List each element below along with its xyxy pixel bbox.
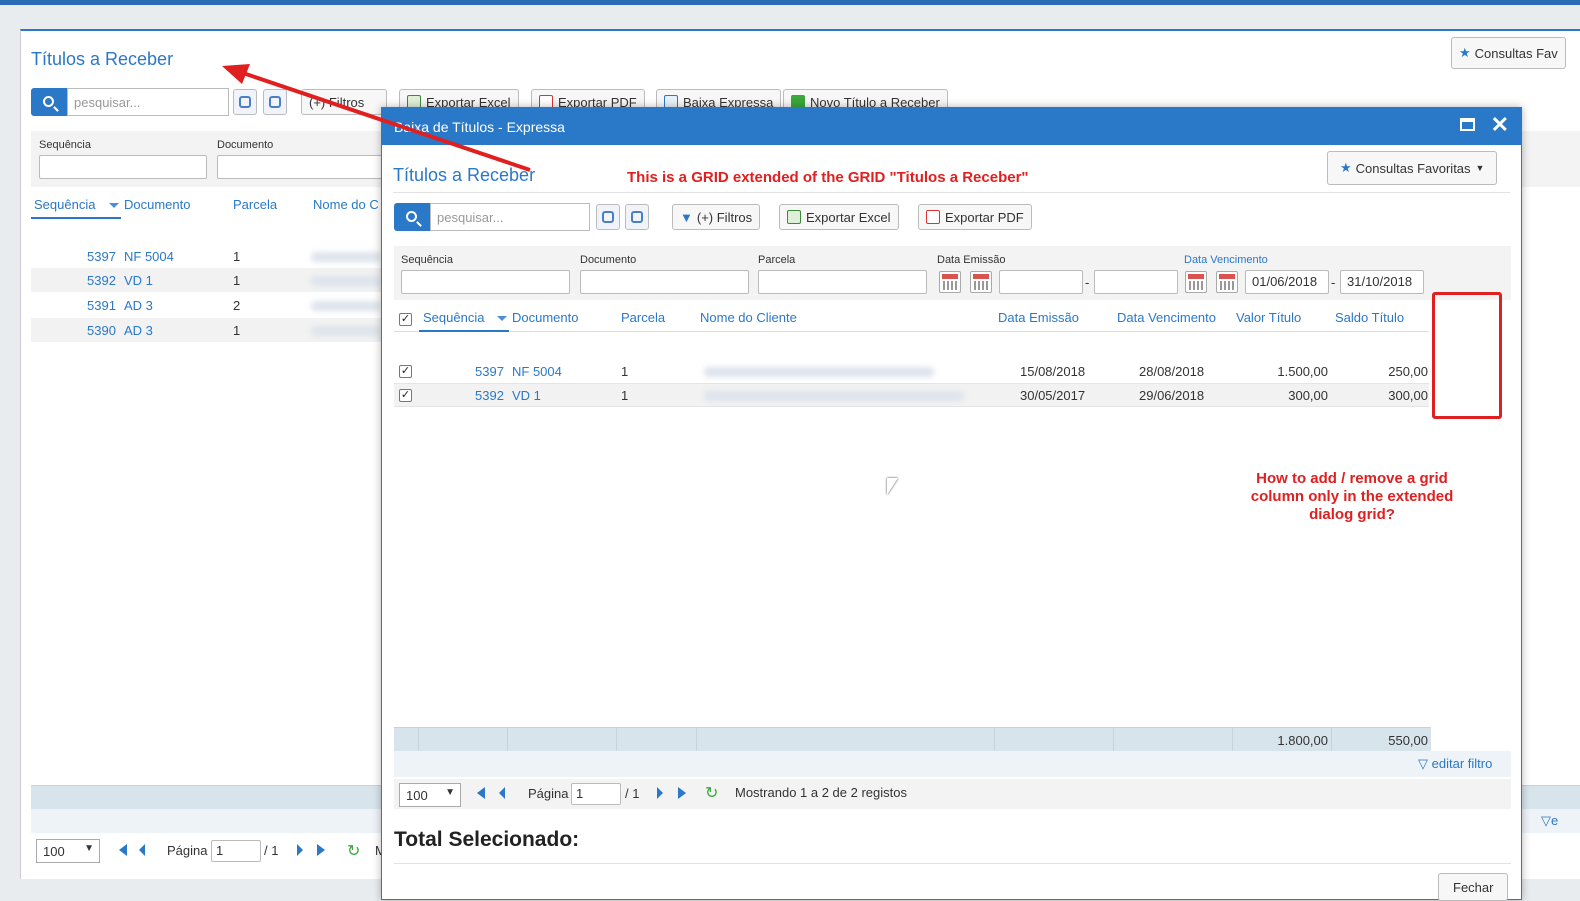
arrow-head bbox=[222, 64, 250, 84]
arrow-line bbox=[239, 70, 531, 172]
annotation-arrow bbox=[222, 64, 531, 172]
